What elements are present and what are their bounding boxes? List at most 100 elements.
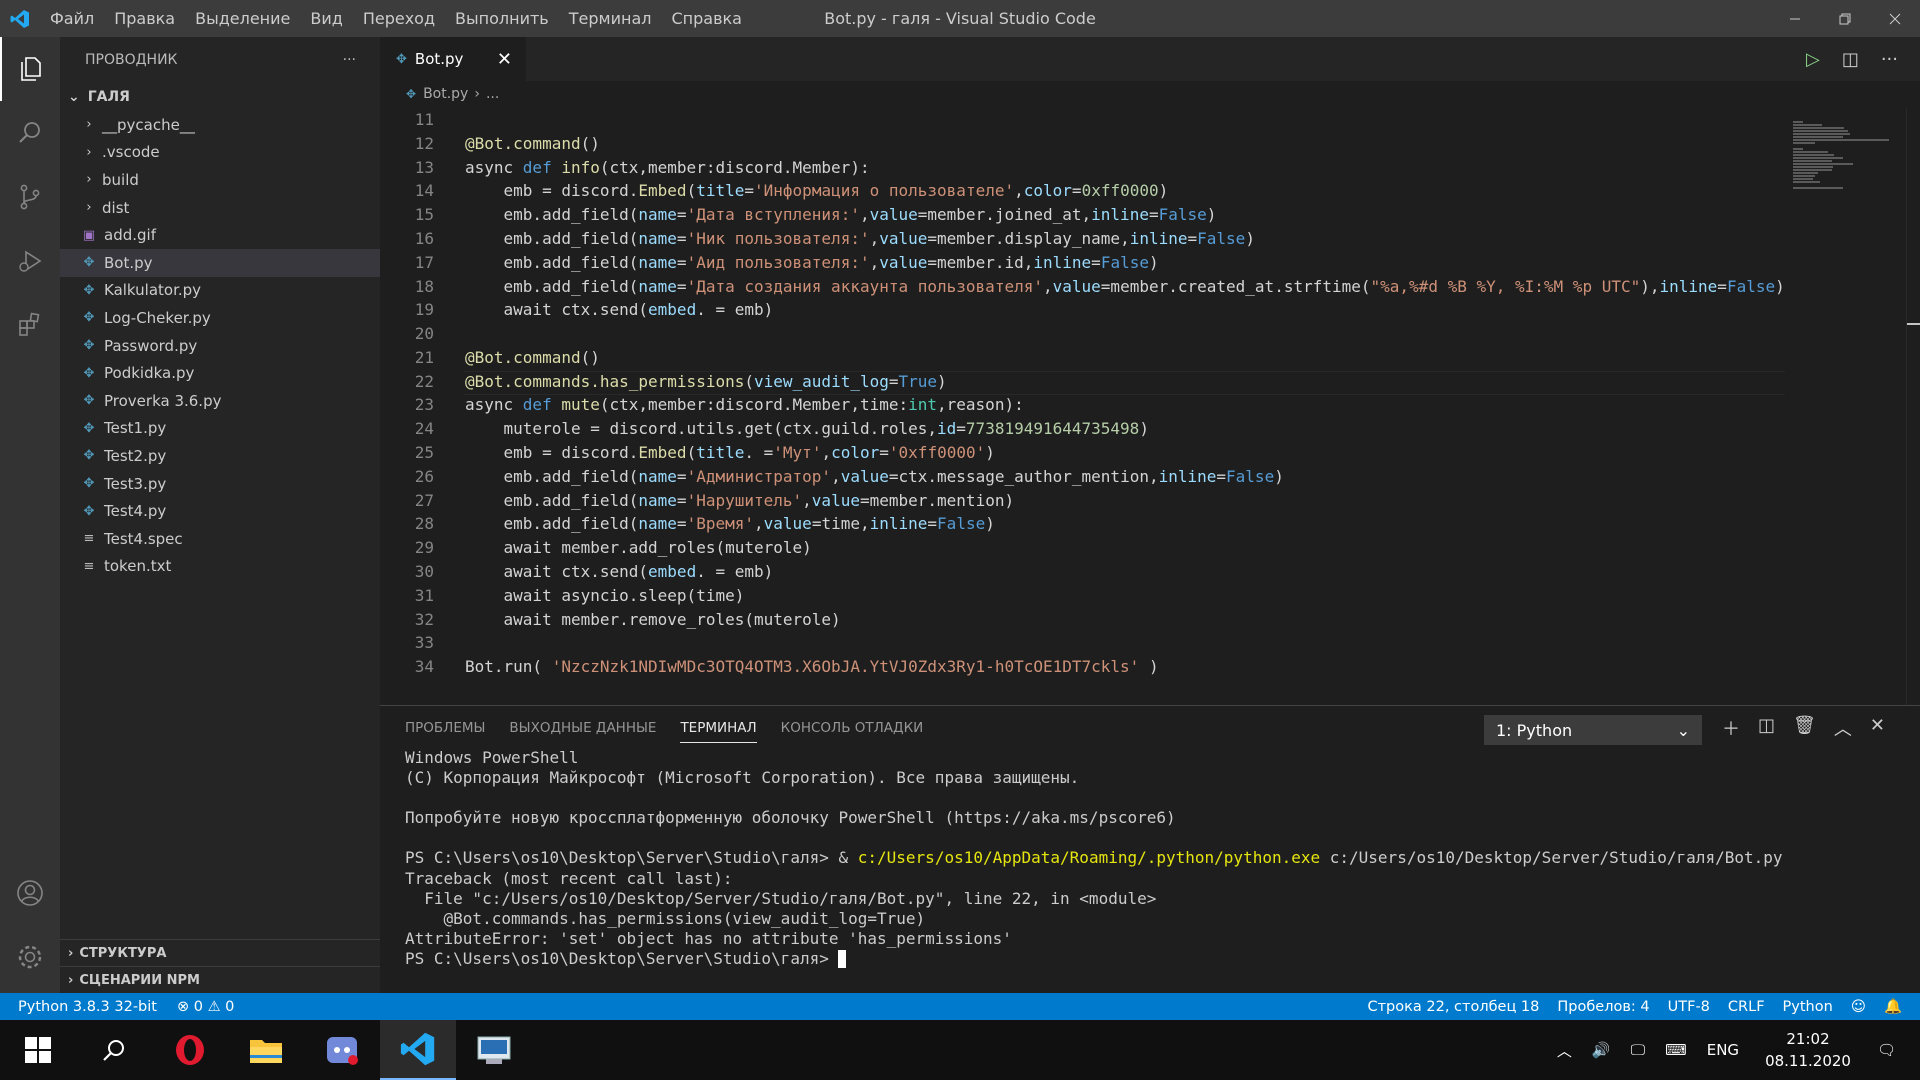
menu-go[interactable]: Переход <box>353 0 445 37</box>
tab-terminal[interactable]: ТЕРМИНАЛ <box>680 720 757 743</box>
close-panel-icon[interactable]: ✕ <box>1870 715 1885 741</box>
tree-file[interactable]: ✥ Podkidka.py <box>60 359 380 387</box>
tree-file[interactable]: ✥ Test2.py <box>60 442 380 470</box>
indentation[interactable]: Пробелов: 4 <box>1557 999 1649 1015</box>
python-file-icon: ✥ <box>83 420 95 436</box>
menu-help[interactable]: Справка <box>661 0 752 37</box>
installer-app-icon[interactable] <box>456 1020 532 1080</box>
run-debug-icon[interactable] <box>0 229 60 293</box>
code-token: id <box>937 419 957 439</box>
tab-problems[interactable]: ПРОБЛЕМЫ <box>405 720 485 736</box>
new-terminal-icon[interactable]: ＋ <box>1722 715 1740 741</box>
tree-file[interactable]: ✥ Kalkulator.py <box>60 277 380 305</box>
line-number: 32 <box>414 609 434 629</box>
tree-file[interactable]: ≡ Test4.spec <box>60 525 380 553</box>
explorer-more-button[interactable]: ··· <box>343 52 356 68</box>
code-editor[interactable]: 11 12 @Bot.command() 13 async def info(ctx,m… <box>380 108 1864 705</box>
minimize-button[interactable] <box>1770 0 1820 37</box>
tab-bot-py[interactable]: ✥ Bot.py ✕ <box>380 37 526 81</box>
line-number: 12 <box>414 133 434 153</box>
close-window-button[interactable] <box>1870 0 1920 37</box>
encoding[interactable]: UTF-8 <box>1668 999 1710 1015</box>
menu-view[interactable]: Вид <box>300 0 352 37</box>
outline-section[interactable]: › СТРУКТУРА <box>60 939 380 967</box>
search-icon[interactable] <box>76 1020 152 1080</box>
terminal-select[interactable]: 1: Python ⌄ <box>1484 715 1702 745</box>
code-token: int <box>908 395 938 415</box>
search-icon[interactable] <box>0 101 60 165</box>
tab-output[interactable]: ВЫХОДНЫЕ ДАННЫЕ <box>509 720 656 736</box>
account-icon[interactable] <box>0 861 60 925</box>
extensions-icon[interactable] <box>0 293 60 357</box>
breadcrumb-file[interactable]: Bot.py <box>423 86 468 102</box>
tree-file[interactable]: ▣ add.gif <box>60 221 380 249</box>
source-control-icon[interactable] <box>0 165 60 229</box>
notifications-icon[interactable]: 🗨 <box>1877 1041 1896 1059</box>
network-icon[interactable]: 🖵 <box>1631 1041 1645 1059</box>
python-interpreter[interactable]: Python 3.8.3 32-bit <box>18 999 157 1015</box>
more-actions-icon[interactable]: ··· <box>1881 49 1898 70</box>
menu-file[interactable]: Файл <box>40 0 104 37</box>
input-language[interactable]: ENG <box>1707 1041 1739 1059</box>
restore-button[interactable] <box>1820 0 1870 37</box>
menu-terminal[interactable]: Терминал <box>559 0 662 37</box>
trash-icon[interactable]: 🗑 <box>1793 715 1816 741</box>
tree-file[interactable]: ✥ Test3.py <box>60 470 380 498</box>
clock[interactable]: 21:02 08.11.2020 <box>1765 1028 1851 1072</box>
menu-edit[interactable]: Правка <box>104 0 185 37</box>
split-terminal-icon[interactable]: ◫ <box>1758 715 1775 741</box>
tree-file[interactable]: ✥ Log-Cheker.py <box>60 304 380 332</box>
tree-folder[interactable]: › dist <box>60 194 380 222</box>
tree-item-label: token.txt <box>104 557 172 576</box>
feedback-icon[interactable]: ☺ <box>1851 999 1866 1015</box>
line-number: 23 <box>414 395 434 415</box>
problems-count[interactable]: ⊗ 0 ⚠ 0 <box>177 999 234 1015</box>
windows-start-icon[interactable] <box>0 1020 76 1080</box>
end-of-line[interactable]: CRLF <box>1728 999 1765 1015</box>
discord-app-icon[interactable] <box>304 1020 380 1080</box>
split-editor-icon[interactable]: ◫ <box>1842 49 1859 70</box>
code-token: , <box>1042 276 1053 296</box>
explorer-icon[interactable] <box>0 37 60 101</box>
tree-file[interactable]: ✥ Test4.py <box>60 497 380 525</box>
close-tab-icon[interactable]: ✕ <box>497 49 512 70</box>
minimap[interactable] <box>1785 108 1905 705</box>
breadcrumb-symbol[interactable]: ... <box>486 86 499 102</box>
menu-selection[interactable]: Выделение <box>185 0 300 37</box>
code-text: async def info(ctx,member:discord.Member… <box>465 156 870 180</box>
volume-icon[interactable]: 🔊 <box>1592 1041 1611 1059</box>
tab-debug-console[interactable]: КОНСОЛЬ ОТЛАДКИ <box>781 720 924 736</box>
vscode-taskbar-icon[interactable] <box>380 1020 456 1080</box>
terminal-output[interactable]: Windows PowerShell (C) Корпорация Майкро… <box>405 748 1905 969</box>
language-mode[interactable]: Python <box>1783 999 1833 1015</box>
minimap-line <box>1793 133 1851 135</box>
editor-scrollbar[interactable] <box>1906 108 1920 705</box>
run-file-icon[interactable]: ▷ <box>1806 49 1820 70</box>
code-token: () <box>580 133 600 153</box>
workspace-folder[interactable]: ⌄ ГАЛЯ <box>60 83 380 111</box>
tree-file[interactable]: ✥ Test1.py <box>60 415 380 443</box>
tree-file[interactable]: ✥ Password.py <box>60 332 380 360</box>
notifications-bell-icon[interactable]: 🔔 <box>1884 998 1902 1015</box>
menu-run[interactable]: Выполнить <box>445 0 559 37</box>
tree-folder[interactable]: › build <box>60 166 380 194</box>
code-token: value <box>811 490 860 510</box>
code-token: name <box>638 466 677 486</box>
opera-browser-icon[interactable] <box>152 1020 228 1080</box>
minimap-line <box>1793 169 1832 171</box>
settings-gear-icon[interactable] <box>0 925 60 989</box>
breadcrumb: ✥ Bot.py › ... <box>380 81 1920 107</box>
file-explorer-icon[interactable] <box>228 1020 304 1080</box>
npm-scripts-section[interactable]: › СЦЕНАРИИ NPM <box>60 966 380 994</box>
chevron-up-icon[interactable]: ︿ <box>1557 1040 1572 1061</box>
tree-file[interactable]: ≡ token.txt <box>60 553 380 581</box>
keyboard-icon[interactable]: ⌨ <box>1665 1041 1687 1059</box>
tree-file[interactable]: ✥ Bot.py <box>60 248 380 277</box>
tree-file[interactable]: ✥ Proverka 3.6.py <box>60 387 380 415</box>
tree-folder[interactable]: › .vscode <box>60 139 380 167</box>
code-token: False <box>937 514 986 534</box>
code-token: =time, <box>811 514 870 534</box>
cursor-position[interactable]: Строка 22, столбец 18 <box>1367 999 1539 1015</box>
maximize-panel-icon[interactable]: ︿ <box>1834 715 1852 741</box>
tree-folder[interactable]: › __pycache__ <box>60 111 380 139</box>
